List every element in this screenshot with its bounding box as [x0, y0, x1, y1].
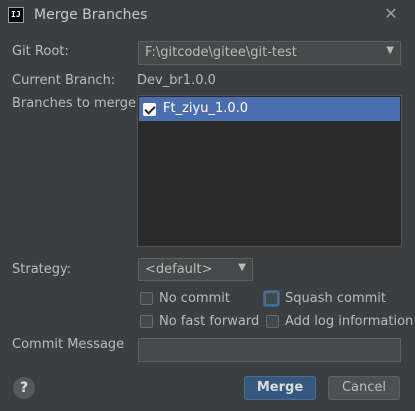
- git-root-value: F:\gitcode\gitee\git-test: [145, 45, 297, 60]
- git-root-dropdown[interactable]: F:\gitcode\gitee\git-test ▼: [138, 41, 401, 65]
- no-fast-forward-label[interactable]: No fast forward: [159, 314, 259, 329]
- commit-message-label: Commit Message: [12, 337, 125, 352]
- strategy-label: Strategy:: [12, 262, 72, 277]
- dropdown-arrow-icon: ▼: [238, 262, 246, 273]
- no-fast-forward-checkbox[interactable]: [140, 315, 153, 328]
- git-root-label: Git Root:: [12, 44, 69, 59]
- branch-item[interactable]: Ft_ziyu_1.0.0: [139, 97, 400, 121]
- intellij-app-icon: IJ: [8, 7, 24, 23]
- commit-message-input[interactable]: [138, 338, 401, 362]
- title-bar: IJ Merge Branches ✕: [0, 0, 415, 32]
- squash-commit-checkbox[interactable]: [264, 291, 279, 306]
- add-log-information-label[interactable]: Add log information: [285, 314, 413, 329]
- add-log-information-checkbox[interactable]: [266, 315, 279, 328]
- merge-button[interactable]: Merge: [244, 376, 316, 400]
- dropdown-arrow-icon: ▼: [386, 45, 394, 56]
- cancel-button[interactable]: Cancel: [328, 376, 400, 400]
- branch-name: Ft_ziyu_1.0.0: [163, 101, 249, 116]
- dialog-title: Merge Branches: [34, 7, 148, 23]
- strategy-dropdown[interactable]: <default> ▼: [138, 258, 253, 281]
- current-branch-value: Dev_br1.0.0: [137, 73, 216, 88]
- help-icon[interactable]: ?: [13, 377, 35, 399]
- close-icon[interactable]: ✕: [382, 4, 400, 26]
- no-commit-label[interactable]: No commit: [159, 291, 230, 306]
- squash-commit-label[interactable]: Squash commit: [285, 291, 386, 306]
- branches-list[interactable]: Ft_ziyu_1.0.0: [137, 95, 402, 247]
- branch-checkbox[interactable]: [143, 103, 156, 116]
- branches-to-merge-label: Branches to merge:: [12, 96, 141, 111]
- strategy-value: <default>: [145, 262, 213, 277]
- no-commit-checkbox[interactable]: [140, 292, 153, 305]
- current-branch-label: Current Branch:: [12, 73, 116, 88]
